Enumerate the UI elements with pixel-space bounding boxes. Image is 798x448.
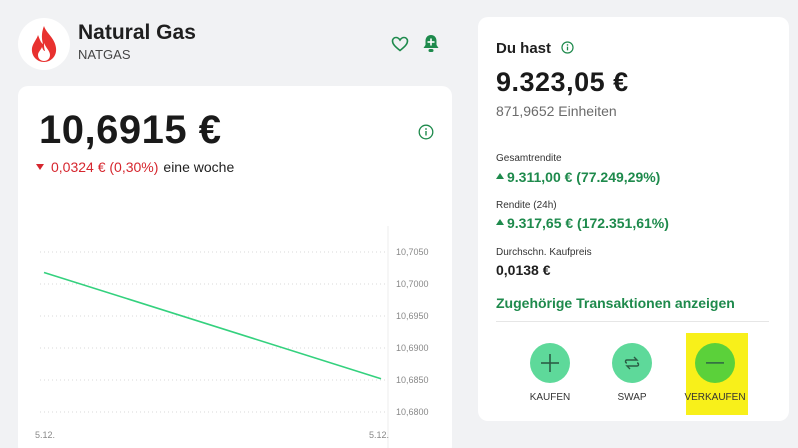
series-line bbox=[43, 271, 382, 380]
info-icon[interactable] bbox=[561, 41, 574, 54]
total-return-label: Gesamtrendite bbox=[496, 153, 562, 164]
x-tick-label: 5.12. bbox=[35, 430, 55, 440]
total-return-value: 9.311,00 € (77.249,29%) bbox=[507, 169, 661, 185]
price-change: 0,0324 € (0,30%) eine woche bbox=[36, 159, 234, 175]
swap-label: SWAP bbox=[617, 392, 647, 403]
asset-ticker: NATGAS bbox=[78, 47, 131, 62]
current-price: 10,6915 € bbox=[39, 108, 222, 152]
y-tick-label: 10,6950 bbox=[396, 311, 429, 321]
avg-price-label: Durchschn. Kaufpreis bbox=[496, 247, 592, 258]
info-icon[interactable] bbox=[418, 124, 434, 140]
price-change-period: eine woche bbox=[163, 159, 235, 175]
minus-icon bbox=[695, 343, 735, 383]
sell-label: VERKAUFEN bbox=[684, 392, 746, 403]
y-tick-label: 10,6850 bbox=[396, 375, 429, 385]
down-arrow-icon bbox=[36, 164, 44, 170]
total-return: 9.311,00 € (77.249,29%) bbox=[496, 169, 660, 185]
asset-name: Natural Gas bbox=[78, 21, 196, 44]
buy-button[interactable]: KAUFEN bbox=[515, 343, 585, 403]
swap-arrows-icon bbox=[612, 343, 652, 383]
holdings-title: Du hast bbox=[496, 40, 552, 57]
asset-header: Natural Gas NATGAS bbox=[18, 18, 448, 74]
plus-icon bbox=[530, 343, 570, 383]
flame-icon bbox=[18, 18, 70, 70]
holdings-units: 871,9652 Einheiten bbox=[496, 103, 617, 119]
return-24h-value: 9.317,65 € (172.351,61%) bbox=[507, 215, 669, 231]
price-card: 10,6915 € 0,0324 € (0,30%) eine woche 10… bbox=[18, 86, 452, 448]
divider bbox=[496, 321, 769, 322]
sell-button[interactable]: VERKAUFEN bbox=[680, 343, 750, 403]
return-24h-label: Rendite (24h) bbox=[496, 200, 557, 211]
price-chart: 10,7050 10,7000 10,6950 10,6900 10,6850 10,68… bbox=[35, 226, 429, 448]
holdings-card: Du hast 9.323,05 € 871,9652 Einheiten Ge… bbox=[478, 17, 789, 421]
swap-button[interactable]: SWAP bbox=[597, 343, 667, 403]
heart-outline-icon[interactable] bbox=[391, 36, 409, 52]
price-change-value: 0,0324 € (0,30%) bbox=[51, 159, 159, 175]
y-tick-label: 10,6900 bbox=[396, 343, 429, 353]
buy-label: KAUFEN bbox=[529, 392, 571, 403]
x-tick-label: 5.12. bbox=[369, 430, 389, 440]
transactions-link[interactable]: Zugehörige Transaktionen anzeigen bbox=[496, 295, 735, 311]
up-arrow-icon bbox=[496, 219, 504, 225]
y-tick-label: 10,6800 bbox=[396, 407, 429, 417]
holdings-value: 9.323,05 € bbox=[496, 67, 629, 97]
avg-price-value: 0,0138 € bbox=[496, 262, 551, 278]
y-tick-label: 10,7050 bbox=[396, 247, 429, 257]
return-24h: 9.317,65 € (172.351,61%) bbox=[496, 215, 669, 231]
bell-plus-icon[interactable] bbox=[422, 34, 440, 53]
up-arrow-icon bbox=[496, 173, 504, 179]
y-tick-label: 10,7000 bbox=[396, 279, 429, 289]
